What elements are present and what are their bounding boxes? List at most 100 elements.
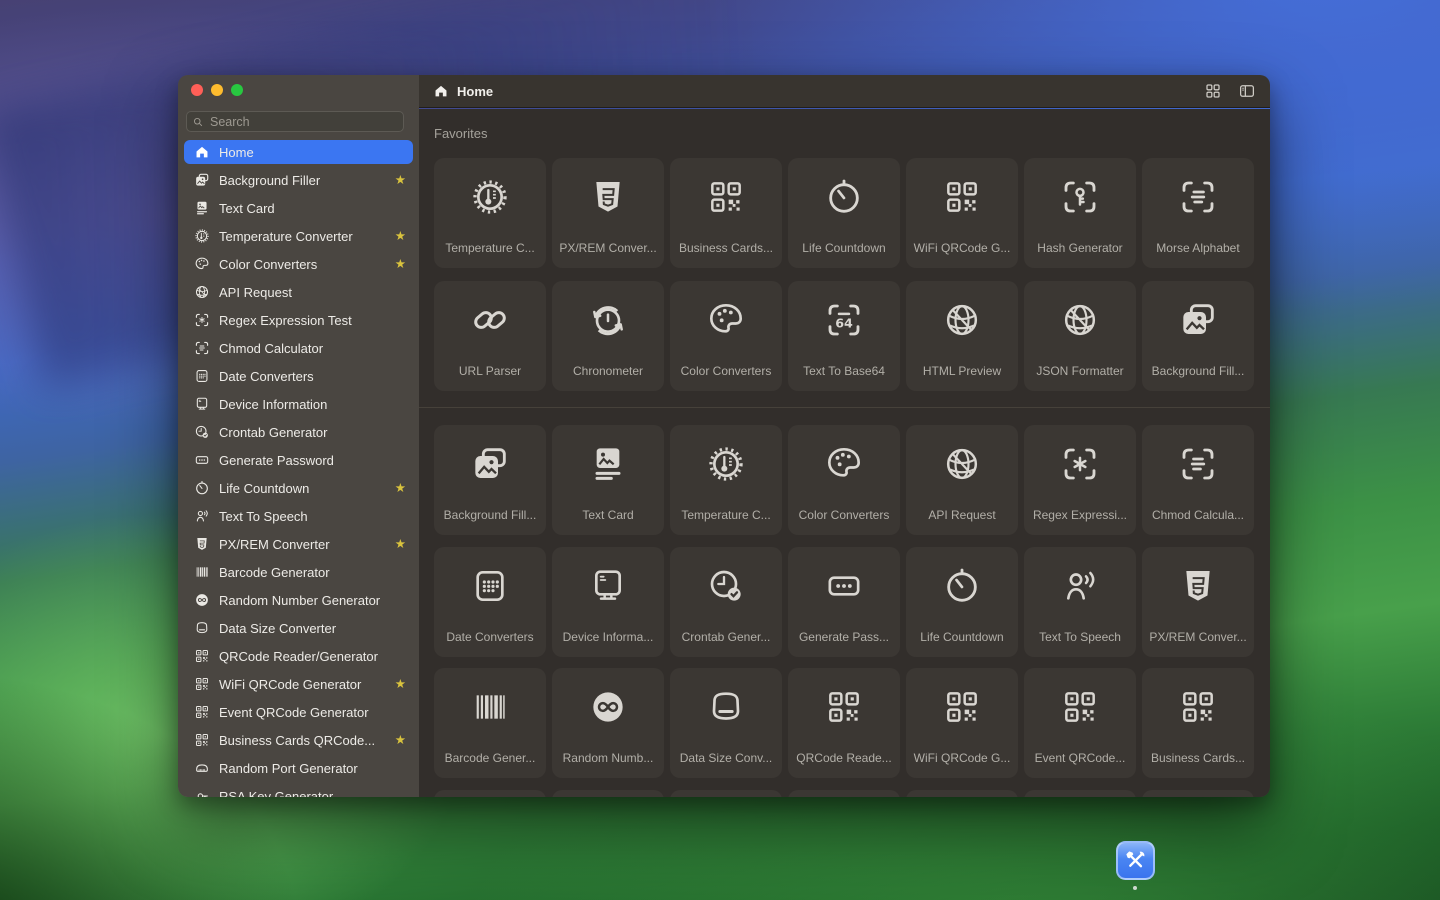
- tile-json-formatter[interactable]: JSON Formatter: [1024, 281, 1136, 391]
- sidebar-item-barcode-generator[interactable]: Barcode Generator: [184, 560, 413, 584]
- sidebar-item-wifi-qrcode-generator[interactable]: WiFi QRCode Generator★: [184, 672, 413, 696]
- qr-icon: [193, 676, 210, 693]
- rsa-key-icon: [193, 788, 210, 798]
- tile-temperature-c[interactable]: Temperature C...: [670, 425, 782, 535]
- tile-label: PX/REM Conver...: [559, 241, 656, 255]
- sidebar-item-color-converters[interactable]: Color Converters★: [184, 252, 413, 276]
- tile-regex-expressi[interactable]: Regex Expressi...: [1024, 425, 1136, 535]
- tile-partial[interactable]: [670, 790, 782, 797]
- tile-generate-pass[interactable]: Generate Pass...: [788, 547, 900, 657]
- sidebar-item-crontab-generator[interactable]: Crontab Generator: [184, 420, 413, 444]
- tile-chronometer[interactable]: Chronometer: [552, 281, 664, 391]
- dock-app-icon[interactable]: [1116, 841, 1155, 880]
- tile-px-rem-conver[interactable]: PX/REM Conver...: [552, 158, 664, 268]
- tile-html-preview[interactable]: HTML Preview: [906, 281, 1018, 391]
- sidebar: Home Background Filler★ Text Card Temperatu…: [178, 75, 419, 797]
- sidebar-item-chmod-calculator[interactable]: Chmod Calculator: [184, 336, 413, 360]
- sidebar-item-date-converters[interactable]: Date Converters: [184, 364, 413, 388]
- sidebar-item-random-number-generator[interactable]: Random Number Generator: [184, 588, 413, 612]
- sidebar-item-label: Text To Speech: [219, 509, 308, 524]
- tile-random-numb[interactable]: Random Numb...: [552, 668, 664, 778]
- tile-morse-alphabet[interactable]: Morse Alphabet: [1142, 158, 1254, 268]
- tile-label: Text Card: [582, 508, 633, 522]
- sidebar-item-label: Barcode Generator: [219, 565, 330, 580]
- tile-barcode-gener[interactable]: Barcode Gener...: [434, 668, 546, 778]
- tile-text-card[interactable]: Text Card: [552, 425, 664, 535]
- tile-background-fill[interactable]: Background Fill...: [1142, 281, 1254, 391]
- sidebar-item-device-information[interactable]: Device Information: [184, 392, 413, 416]
- close-button[interactable]: [191, 84, 203, 96]
- sidebar-item-business-cards-qrcode[interactable]: Business Cards QRCode...★: [184, 728, 413, 752]
- tile-life-countdown[interactable]: Life Countdown: [788, 158, 900, 268]
- sidebar-item-api-request[interactable]: API Request: [184, 280, 413, 304]
- tile-api-request[interactable]: API Request: [906, 425, 1018, 535]
- sidebar-item-label: Random Number Generator: [219, 593, 380, 608]
- qr-icon: [824, 685, 864, 729]
- sidebar-item-life-countdown[interactable]: Life Countdown★: [184, 476, 413, 500]
- tile-event-qrcode[interactable]: Event QRCode...: [1024, 668, 1136, 778]
- sidebar-item-text-card[interactable]: Text Card: [184, 196, 413, 220]
- palette-icon: [193, 256, 210, 273]
- grid-view-icon[interactable]: [1203, 82, 1222, 101]
- tile-business-cards[interactable]: Business Cards...: [1142, 668, 1254, 778]
- background-filler-icon: [193, 172, 210, 189]
- sidebar-item-label: QRCode Reader/Generator: [219, 649, 378, 664]
- sidebar-item-temperature-converter[interactable]: Temperature Converter★: [184, 224, 413, 248]
- svg-text:64: 64: [835, 316, 853, 331]
- qr-icon: [193, 648, 210, 665]
- sidebar-item-label: Event QRCode Generator: [219, 705, 369, 720]
- sidebar-item-regex-expression-test[interactable]: Regex Expression Test: [184, 308, 413, 332]
- tile-label: Business Cards...: [679, 241, 773, 255]
- all-tools-row-4-partial: [434, 790, 1254, 797]
- sidebar-item-text-to-speech[interactable]: Text To Speech: [184, 504, 413, 528]
- minimize-button[interactable]: [211, 84, 223, 96]
- zoom-button[interactable]: [231, 84, 243, 96]
- tile-crontab-gener[interactable]: Crontab Gener...: [670, 547, 782, 657]
- tile-partial[interactable]: [906, 790, 1018, 797]
- sidebar-item-generate-password[interactable]: Generate Password: [184, 448, 413, 472]
- tile-color-converters[interactable]: Color Converters: [788, 425, 900, 535]
- sidebar-item-qrcode-reader-generator[interactable]: QRCode Reader/Generator: [184, 644, 413, 668]
- sidebar-item-label: Color Converters: [219, 257, 317, 272]
- tile-wifi-qrcode-g[interactable]: WiFi QRCode G...: [906, 158, 1018, 268]
- search-input[interactable]: [208, 114, 398, 130]
- tile-date-converters[interactable]: Date Converters: [434, 547, 546, 657]
- sidebar-item-rsa-key-generator[interactable]: RSA Key Generator: [184, 784, 413, 797]
- tile-partial[interactable]: [1142, 790, 1254, 797]
- tile-qrcode-reade[interactable]: QRCode Reade...: [788, 668, 900, 778]
- sidebar-item-data-size-converter[interactable]: Data Size Converter: [184, 616, 413, 640]
- tile-device-informa[interactable]: Device Informa...: [552, 547, 664, 657]
- text-card-icon: [193, 200, 210, 217]
- sidebar-item-random-port-generator[interactable]: Random Port Generator: [184, 756, 413, 780]
- tile-partial[interactable]: [552, 790, 664, 797]
- tile-partial[interactable]: [1024, 790, 1136, 797]
- tile-color-converters[interactable]: Color Converters: [670, 281, 782, 391]
- tile-chmod-calcula[interactable]: Chmod Calcula...: [1142, 425, 1254, 535]
- tile-temperature-c[interactable]: Temperature C...: [434, 158, 546, 268]
- sidebar-item-px-rem-converter[interactable]: PX/REM Converter★: [184, 532, 413, 556]
- search-field[interactable]: [186, 111, 404, 132]
- tile-business-cards[interactable]: Business Cards...: [670, 158, 782, 268]
- sidebar-item-home[interactable]: Home: [184, 140, 413, 164]
- tile-px-rem-conver[interactable]: PX/REM Conver...: [1142, 547, 1254, 657]
- tile-wifi-qrcode-g[interactable]: WiFi QRCode G...: [906, 668, 1018, 778]
- sidebar-item-event-qrcode-generator[interactable]: Event QRCode Generator: [184, 700, 413, 724]
- tile-label: Chmod Calcula...: [1152, 508, 1244, 522]
- tile-partial[interactable]: [434, 790, 546, 797]
- sidebar-item-background-filler[interactable]: Background Filler★: [184, 168, 413, 192]
- tile-life-countdown[interactable]: Life Countdown: [906, 547, 1018, 657]
- tile-hash-generator[interactable]: Hash Generator: [1024, 158, 1136, 268]
- temperature-icon: [193, 228, 210, 245]
- temperature-icon: [706, 442, 746, 486]
- tile-text-to-speech[interactable]: Text To Speech: [1024, 547, 1136, 657]
- tile-data-size-conv[interactable]: Data Size Conv...: [670, 668, 782, 778]
- sidebar-item-label: Date Converters: [219, 369, 314, 384]
- drive-icon: [706, 685, 746, 729]
- tile-background-fill[interactable]: Background Fill...: [434, 425, 546, 535]
- tile-partial[interactable]: [788, 790, 900, 797]
- toggle-sidebar-icon[interactable]: [1237, 82, 1256, 101]
- tile-label: Color Converters: [799, 508, 890, 522]
- tile-text-to-base64[interactable]: 64Text To Base64: [788, 281, 900, 391]
- tile-url-parser[interactable]: URL Parser: [434, 281, 546, 391]
- sidebar-item-label: PX/REM Converter: [219, 537, 330, 552]
